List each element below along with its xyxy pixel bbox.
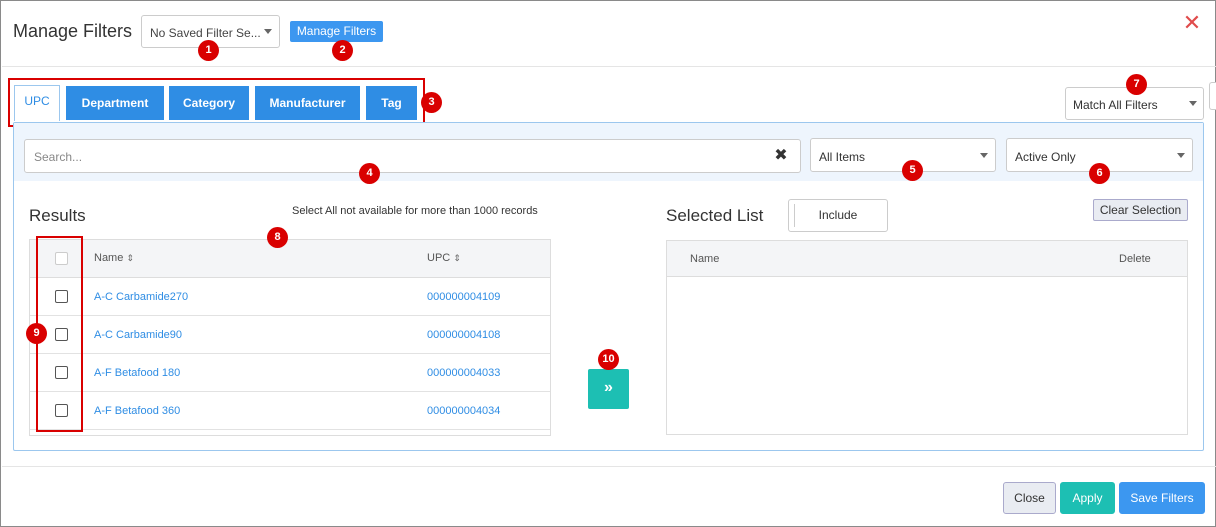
annotation-marker: 7 (1126, 74, 1147, 95)
sort-icon: ⇕ (126, 253, 134, 263)
item-upc-link[interactable]: 000000004109 (427, 291, 500, 303)
annotation-marker: 4 (359, 163, 380, 184)
selected-name-column-header: Name (690, 253, 720, 265)
item-upc-link[interactable]: 000000004033 (427, 367, 500, 379)
item-name-link[interactable]: A-C Carbamide90 (94, 329, 182, 341)
include-toggle-label: Include (818, 208, 858, 222)
saved-filter-select-value: No Saved Filter Se... (150, 26, 261, 40)
name-column-header[interactable]: Name ⇕ (94, 252, 134, 264)
annotation-marker: 10 (598, 349, 619, 370)
add-to-selected-button[interactable]: » (588, 369, 629, 409)
chevron-down-icon (980, 153, 988, 158)
table-row: A-C Carbamide270 000000004109 (30, 278, 550, 316)
results-title: Results (29, 206, 86, 225)
table-row: A-F Betafood 180 000000004033 (30, 354, 550, 392)
clear-selection-button[interactable]: Clear Selection (1093, 199, 1188, 221)
table-row: A-C Carbamide90 000000004108 (30, 316, 550, 354)
toggle-handle (794, 204, 795, 227)
sort-icon: ⇕ (453, 253, 461, 263)
save-filters-button[interactable]: Save Filters (1119, 482, 1205, 514)
include-toggle[interactable]: Include (788, 199, 888, 232)
item-name-link[interactable]: A-C Carbamide270 (94, 291, 188, 303)
chevron-down-icon (1177, 153, 1185, 158)
dialog-title: Manage Filters (13, 21, 133, 41)
close-button[interactable]: Close (1003, 482, 1056, 514)
header-divider (2, 66, 1216, 67)
name-column-label: Name (94, 252, 124, 264)
clear-search-icon[interactable]: ✖ (773, 146, 789, 166)
item-name-link[interactable]: A-F Betafood 360 (94, 405, 180, 417)
chevron-down-icon (1189, 101, 1197, 106)
selected-table-header: Name Delete (667, 241, 1187, 277)
upc-column-header[interactable]: UPC ⇕ (427, 252, 461, 264)
annotation-marker: 9 (26, 323, 47, 344)
annotation-marker: 5 (902, 160, 923, 181)
table-row: A-F Betafood 360 000000004034 (30, 392, 550, 430)
item-name-link[interactable]: A-F Betafood 180 (94, 367, 180, 379)
apply-button[interactable]: Apply (1060, 482, 1115, 514)
selected-list-title: Selected List (666, 206, 764, 225)
item-upc-link[interactable]: 000000004034 (427, 405, 500, 417)
manage-filters-dialog: Manage Filters No Saved Filter Se... Man… (0, 0, 1216, 527)
edge-button[interactable] (1209, 82, 1216, 110)
close-icon[interactable]: ✕ (1181, 12, 1203, 34)
item-upc-link[interactable]: 000000004108 (427, 329, 500, 341)
annotation-marker: 2 (332, 40, 353, 61)
results-table-header: Name ⇕ UPC ⇕ (30, 240, 550, 278)
status-select-value: Active Only (1015, 150, 1076, 164)
chevron-down-icon (264, 29, 272, 34)
manage-filters-button[interactable]: Manage Filters (290, 21, 383, 42)
annotation-marker: 1 (198, 40, 219, 61)
annotation-marker: 3 (421, 92, 442, 113)
selected-delete-column-header: Delete (1119, 253, 1151, 265)
annotation-marker: 6 (1089, 163, 1110, 184)
items-select-value: All Items (819, 150, 866, 164)
footer-divider (2, 466, 1216, 467)
search-input[interactable]: Search... (24, 139, 801, 173)
annotation-box-tabs (8, 78, 425, 127)
annotation-marker: 8 (267, 227, 288, 248)
upc-column-label: UPC (427, 252, 451, 264)
match-filters-select-value: Match All Filters (1073, 98, 1158, 112)
results-table: Name ⇕ UPC ⇕ A-C Carbamide270 000000004109… (29, 239, 551, 436)
selected-list-table: Name Delete (666, 240, 1188, 435)
select-all-limit-note: Select All not available for more than 1… (292, 205, 538, 217)
